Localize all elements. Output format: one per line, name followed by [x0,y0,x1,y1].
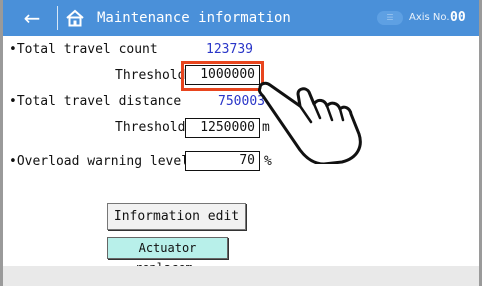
axis-number[interactable]: 00 [450,9,466,27]
distance-threshold-input[interactable]: 1250000 [185,118,260,138]
header-divider [57,6,58,30]
axis-label: Axis No. [409,12,450,23]
maintenance-screen: ← Maintenance information ☰ Axis No. 00 … [0,0,482,286]
travel-count-label: •Total travel count [9,42,158,57]
pointing-hand-icon [258,81,362,164]
home-icon[interactable] [65,9,85,27]
actuator-replace-button[interactable]: Actuator replacem. [107,237,228,275]
highlight-box [181,61,264,91]
page-title: Maintenance information [97,10,291,26]
axis-badge: ☰ [377,11,403,25]
back-button[interactable]: ← [15,6,49,30]
arrow-left-icon: ← [23,6,41,30]
count-threshold-label: Threshold [115,68,186,83]
travel-distance-label: •Total travel distance [9,94,182,109]
travel-distance-value: 750003 [218,94,265,109]
overload-label: •Overload warning level [9,154,190,169]
distance-threshold-label: Threshold [115,120,186,135]
overload-level-input[interactable]: 70 [185,151,260,171]
information-edit-button[interactable]: Information edit [107,203,246,230]
title-bar: ← Maintenance information ☰ Axis No. 00 [3,0,479,36]
travel-count-value: 123739 [206,42,253,57]
footer-bar [3,266,479,286]
